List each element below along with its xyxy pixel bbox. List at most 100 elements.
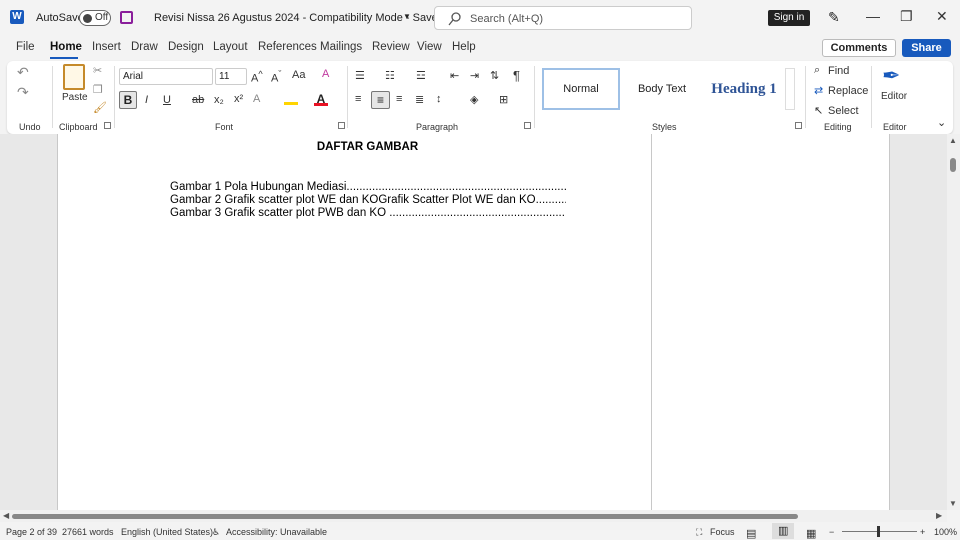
numbering-icon[interactable]: ☷ (385, 69, 395, 82)
bold-button[interactable]: B (119, 91, 137, 109)
format-painter-icon[interactable]: 🖌 (93, 101, 107, 114)
find-icon[interactable]: ⌕ (814, 64, 820, 77)
grow-font-icon[interactable]: A^ (251, 69, 263, 85)
style-body-text[interactable]: Body Text (626, 68, 698, 110)
clipboard-launcher-icon[interactable] (104, 122, 111, 129)
tab-home[interactable]: Home (50, 41, 82, 53)
multilevel-list-icon[interactable]: ☲ (416, 69, 426, 82)
read-mode-icon[interactable]: ▤ (746, 527, 756, 540)
change-case-button[interactable]: Aa (292, 69, 305, 81)
accessibility-status[interactable]: Accessibility: Unavailable (226, 527, 327, 537)
pen-icon[interactable]: ✎ (828, 9, 840, 26)
chevron-down-icon[interactable]: ▼ (403, 12, 411, 21)
decrease-indent-icon[interactable]: ⇤ (450, 69, 459, 82)
close-icon[interactable]: ✕ (936, 8, 948, 25)
undo-icon[interactable]: ↶ (17, 64, 29, 81)
font-size-select[interactable]: 11 (215, 68, 247, 85)
strikethrough-button[interactable]: ab (192, 94, 204, 106)
zoom-slider-thumb[interactable] (877, 526, 880, 537)
replace-button[interactable]: Replace (828, 85, 868, 97)
highlight-icon[interactable] (284, 93, 298, 105)
justify-icon[interactable]: ≣ (415, 93, 424, 106)
sign-in-button[interactable]: Sign in (768, 10, 810, 26)
redo-icon[interactable]: ↷ (17, 84, 29, 101)
page-counter[interactable]: Page 2 of 39 (6, 527, 57, 537)
style-heading-1[interactable]: Heading 1 (704, 68, 784, 110)
show-formatting-icon[interactable]: ¶ (513, 68, 520, 83)
shading-icon[interactable]: ◈ (470, 93, 478, 106)
zoom-level[interactable]: 100% (934, 527, 957, 537)
select-button[interactable]: Select (828, 105, 859, 117)
editor-button[interactable]: Editor (881, 91, 907, 102)
font-color-icon[interactable]: A (314, 92, 328, 106)
tab-mailings[interactable]: Mailings (320, 41, 362, 53)
zoom-in-icon[interactable]: + (920, 527, 925, 537)
tab-help[interactable]: Help (452, 41, 476, 53)
align-left-icon[interactable]: ≡ (355, 93, 361, 105)
paste-button[interactable]: Paste (62, 92, 88, 103)
tab-insert[interactable]: Insert (92, 41, 121, 53)
tab-layout[interactable]: Layout (213, 41, 248, 53)
editor-icon[interactable]: ✒ (882, 63, 900, 89)
shrink-font-icon[interactable]: Aˇ (271, 69, 281, 85)
focus-icon[interactable]: ⛶ (696, 527, 702, 538)
tab-review[interactable]: Review (372, 41, 410, 53)
horizontal-scroll-thumb[interactable] (12, 514, 798, 519)
superscript-button[interactable]: x² (234, 93, 243, 105)
scroll-up-icon[interactable]: ▲ (949, 136, 957, 145)
paste-icon[interactable] (63, 64, 85, 90)
tab-file[interactable]: File (16, 41, 35, 53)
bullets-icon[interactable]: ☰ (355, 69, 365, 82)
text-effects-icon[interactable]: A (253, 93, 260, 105)
tab-draw[interactable]: Draw (131, 41, 158, 53)
focus-button[interactable]: Focus (710, 527, 735, 537)
line-spacing-icon[interactable]: ↕ (436, 93, 442, 105)
document-title[interactable]: Revisi Nissa 26 Agustus 2024 - Compatibi… (154, 12, 444, 24)
align-right-icon[interactable]: ≡ (396, 93, 402, 105)
collapse-ribbon-icon[interactable]: ⌄ (937, 116, 946, 129)
font-family-select[interactable]: Arial (119, 68, 213, 85)
share-button[interactable]: Share (902, 39, 951, 57)
scroll-right-icon[interactable]: ▶ (936, 511, 942, 520)
vertical-scrollbar[interactable] (947, 134, 960, 510)
scroll-left-icon[interactable]: ◀ (3, 511, 9, 520)
replace-icon[interactable]: ⇄ (814, 84, 823, 97)
style-normal[interactable]: Normal (542, 68, 620, 110)
zoom-out-icon[interactable]: − (829, 527, 834, 537)
print-layout-icon[interactable]: ▥ (772, 523, 794, 539)
styles-scroll[interactable] (785, 68, 795, 110)
tab-view[interactable]: View (417, 41, 442, 53)
find-button[interactable]: Find (828, 65, 849, 77)
language-indicator[interactable]: English (United States) (121, 527, 213, 537)
search-box[interactable]: Search (Alt+Q) (434, 6, 692, 30)
paragraph-launcher-icon[interactable] (524, 122, 531, 129)
font-launcher-icon[interactable] (338, 122, 345, 129)
list-item[interactable]: Gambar 2 Grafik scatter plot WE dan KOGr… (170, 194, 566, 206)
align-center-icon[interactable]: ≡ (371, 91, 390, 109)
save-icon[interactable] (120, 11, 133, 24)
styles-launcher-icon[interactable] (795, 122, 802, 129)
tab-design[interactable]: Design (168, 41, 204, 53)
sort-icon[interactable]: ⇅ (490, 69, 499, 82)
document-page-next[interactable] (652, 134, 890, 510)
comments-button[interactable]: Comments (822, 39, 896, 57)
list-item[interactable]: Gambar 3 Grafik scatter plot PWB dan KO … (170, 207, 566, 219)
tab-references[interactable]: References (258, 41, 317, 53)
restore-icon[interactable]: ❐ (900, 8, 913, 25)
select-icon[interactable]: ↖ (814, 104, 823, 117)
clear-formatting-icon[interactable]: A (322, 68, 329, 80)
increase-indent-icon[interactable]: ⇥ (470, 69, 479, 82)
accessibility-icon[interactable]: ♿ (212, 527, 220, 538)
list-item[interactable]: Gambar 1 Pola Hubungan Mediasi..........… (170, 181, 566, 193)
minimize-icon[interactable]: — (866, 8, 880, 24)
vertical-scroll-thumb[interactable] (950, 158, 956, 172)
italic-button[interactable]: I (145, 94, 148, 106)
word-count[interactable]: 27661 words (62, 527, 114, 537)
copy-icon[interactable]: ❐ (93, 83, 103, 96)
autosave-toggle[interactable]: Off (79, 10, 111, 26)
borders-icon[interactable]: ⊞ (499, 93, 508, 106)
web-layout-icon[interactable]: ▦ (806, 527, 816, 540)
cut-icon[interactable]: ✂ (93, 64, 102, 77)
scroll-down-icon[interactable]: ▼ (949, 499, 957, 508)
subscript-button[interactable]: x₂ (214, 94, 224, 106)
